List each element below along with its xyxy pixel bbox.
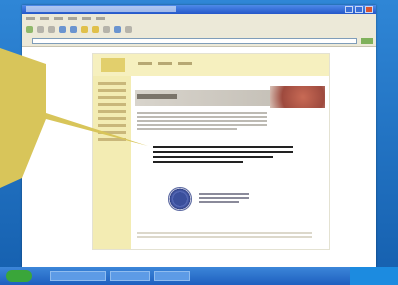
taskbar-item[interactable] — [154, 271, 190, 281]
taskbar-item[interactable] — [50, 271, 106, 281]
callout-arrow — [0, 48, 148, 188]
taskbar — [0, 267, 398, 285]
system-tray — [350, 267, 398, 285]
callout-shape — [0, 48, 148, 188]
screenshot-frame — [0, 0, 398, 285]
taskbar-item[interactable] — [110, 271, 150, 281]
windows-start-icon[interactable] — [6, 270, 32, 282]
